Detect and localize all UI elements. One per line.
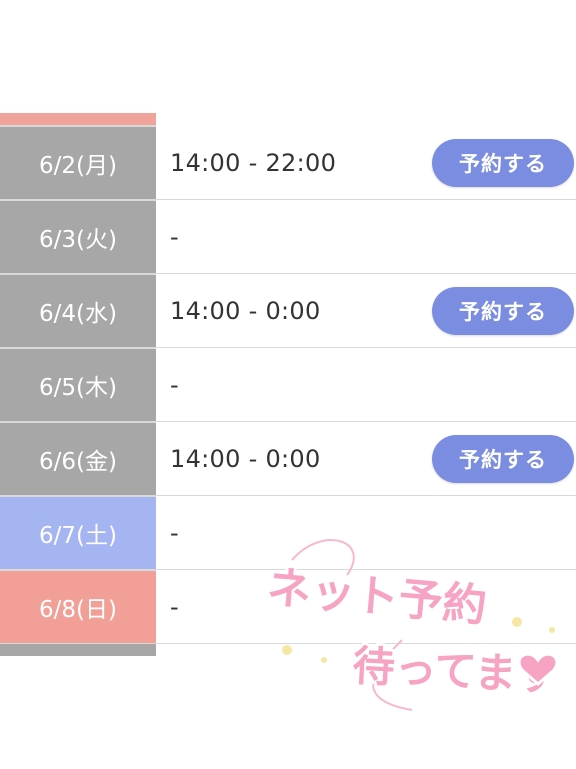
schedule-row: 6/3(火) - (0, 200, 576, 274)
date-cell-saturday: 6/7(土) (0, 496, 156, 569)
previous-row-edge (0, 113, 156, 126)
time-range: - (170, 518, 179, 547)
time-range: - (170, 370, 179, 399)
date-cell: 6/2(月) (0, 126, 156, 199)
sticker-line-1: ネット予約 (265, 562, 489, 632)
next-row-edge (0, 644, 156, 656)
time-range: 14:00 - 0:00 (170, 296, 321, 325)
date-cell: 6/6(金) (0, 422, 156, 495)
schedule-row: 6/6(金) 14:00 - 0:00 予約する (0, 422, 576, 496)
time-range: 14:00 - 22:00 (170, 148, 337, 177)
reserve-button[interactable]: 予約する (432, 138, 574, 187)
sticker-dot-icon (282, 645, 292, 655)
schedule-row: 6/5(木) - (0, 348, 576, 422)
reserve-button[interactable]: 予約する (432, 286, 574, 335)
schedule-row: 6/2(月) 14:00 - 22:00 予約する (0, 126, 576, 200)
net-reservation-sticker: ネット予約 待ってます (263, 539, 562, 711)
sticker-dot-icon (549, 627, 555, 633)
date-cell-sunday: 6/8(日) (0, 570, 156, 643)
reserve-button[interactable]: 予約する (432, 434, 574, 483)
time-range: - (170, 592, 179, 621)
time-range: - (170, 222, 179, 251)
time-range: 14:00 - 0:00 (170, 444, 321, 473)
sticker-dot-icon (321, 657, 327, 663)
schedule-row: 6/4(水) 14:00 - 0:00 予約する (0, 274, 576, 348)
date-cell: 6/5(木) (0, 348, 156, 421)
date-cell: 6/4(水) (0, 274, 156, 347)
date-cell: 6/3(火) (0, 200, 156, 273)
sticker-dot-icon (512, 617, 522, 627)
